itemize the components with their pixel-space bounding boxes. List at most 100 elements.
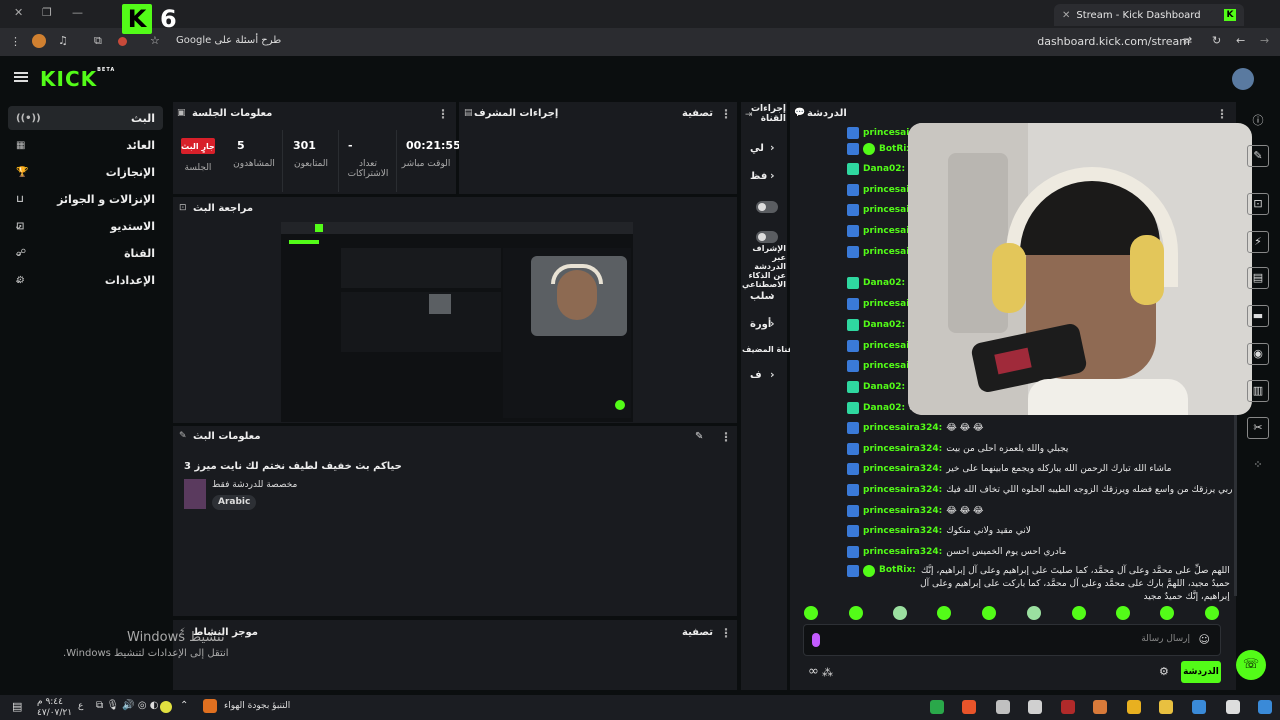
chat-username[interactable]: princesaira324: (863, 423, 942, 433)
start-menu-icon[interactable] (1258, 700, 1272, 714)
sidebar-item-drops[interactable]: الإنزالات و الجوائز ⊔ (8, 187, 163, 211)
edit-icon[interactable]: ✎ (1247, 145, 1269, 167)
sidebar-item-channel[interactable]: القناة ☍ ⌄ (8, 241, 163, 265)
brave-app-icon[interactable] (962, 700, 976, 714)
chat-menu-icon[interactable]: ⋮ (1216, 107, 1228, 121)
channel-action-item[interactable]: فظ (750, 171, 767, 182)
extension-badge-icon[interactable] (118, 37, 127, 46)
chat-username[interactable]: Dana02: (863, 403, 905, 413)
chat-input[interactable]: إرسال رسالة ☺ (803, 624, 1221, 656)
emote-icon[interactable] (1205, 606, 1219, 620)
chat-username[interactable]: princesaira324: (863, 547, 942, 557)
tray-overflow-icon[interactable]: ⌃ (180, 700, 188, 711)
chat-settings-gear-icon[interactable]: ⚙ (1159, 665, 1169, 678)
apps-icon[interactable]: ⁘ (1250, 458, 1266, 474)
taskbar-time[interactable]: ٩:٤٤ م (37, 697, 63, 707)
support-chat-icon[interactable]: ☏ (1236, 650, 1266, 680)
reload-icon[interactable]: ↻ (1212, 34, 1221, 47)
emote-icon[interactable] (1116, 606, 1130, 620)
channel-action-item[interactable]: أورة (750, 319, 771, 330)
weather-widget[interactable]: التنبؤ بجودة الهواء (224, 701, 290, 711)
chat-bubble-icon[interactable]: ▬ (1247, 305, 1269, 327)
channel-toggle[interactable] (756, 201, 778, 213)
media-icon[interactable]: ♫ (58, 34, 68, 47)
forward-icon[interactable]: → (1260, 34, 1269, 47)
url-text[interactable]: dashboard.kick.com/stream (1037, 35, 1190, 48)
bookmark-star-icon[interactable]: ☆ (150, 34, 160, 47)
emote-icon[interactable] (849, 606, 863, 620)
google-search-prompt[interactable]: Google طرح أسئلة على (176, 35, 281, 46)
back-icon[interactable]: ← (1236, 34, 1245, 47)
emote-icon[interactable] (804, 606, 818, 620)
chat-username[interactable]: princesaira324: (863, 444, 942, 454)
chevron-right-icon[interactable]: › (770, 141, 775, 154)
system-tray-icons[interactable]: ⧉ 🎙 🔊 ◎ ◐ (96, 700, 158, 711)
emote-icon[interactable] (982, 606, 996, 620)
chat-send-button[interactable]: الدردشة (1181, 661, 1221, 683)
hamburger-menu-icon[interactable] (14, 72, 28, 82)
document-icon[interactable]: ▤ (1247, 267, 1269, 289)
broadcast-icon[interactable]: ◉ (1247, 343, 1269, 365)
user-avatar[interactable] (1232, 68, 1254, 90)
chat-username[interactable]: BotRix: (879, 565, 916, 575)
activity-menu-icon[interactable]: ⋮ (720, 626, 732, 640)
site-settings-icon[interactable]: ⇄ (1183, 34, 1192, 47)
close-tab-icon[interactable]: ✕ (1062, 10, 1070, 21)
chat-username[interactable]: princesaira324: (863, 526, 942, 536)
chat-username[interactable]: Dana02: (863, 320, 905, 330)
steam-app-icon[interactable] (996, 700, 1010, 714)
profile-icon[interactable] (32, 34, 46, 48)
emote-icon[interactable] (937, 606, 951, 620)
emote-icon[interactable] (1160, 606, 1174, 620)
chat-username[interactable]: Dana02: (863, 164, 905, 174)
edit-pencil-icon[interactable]: ✎ (695, 431, 703, 442)
stream-preview[interactable] (281, 222, 633, 422)
session-menu-icon[interactable]: ⋮ (437, 107, 449, 121)
close-window-icon[interactable]: ✕ (14, 6, 23, 19)
chevron-right-icon[interactable]: › (770, 289, 775, 302)
emote-icon[interactable] (1027, 606, 1041, 620)
channel-action-item[interactable]: ف (750, 370, 762, 381)
menu-dots-icon[interactable]: ⋮ (10, 35, 21, 48)
epic-app-icon[interactable] (1028, 700, 1042, 714)
bolt-icon[interactable]: ⚡ (1247, 231, 1269, 253)
widgets-app-icon[interactable] (1192, 700, 1206, 714)
info-icon[interactable]: ⓘ (1250, 112, 1266, 128)
chat-username[interactable]: princesaira324: (863, 464, 942, 474)
ai-moderation-toggle[interactable] (756, 231, 778, 243)
emotes-icon[interactable]: ⁂ (822, 666, 833, 679)
stream-info-menu-icon[interactable]: ⋮ (720, 430, 732, 444)
infinity-icon[interactable]: ∞ (808, 664, 819, 679)
filter-button[interactable]: تصفية (682, 627, 713, 638)
emote-icon[interactable] (893, 606, 907, 620)
tray-app-icon[interactable] (160, 701, 172, 713)
app-avatar-icon[interactable] (1093, 700, 1107, 714)
explorer-app-icon[interactable] (1159, 700, 1173, 714)
sidebar-item-broadcast[interactable]: البث ((•)) (8, 106, 163, 130)
notification-icon[interactable]: ▤ (12, 700, 22, 713)
browser-tab[interactable]: ✕ Stream - Kick Dashboard K (1054, 4, 1244, 26)
mic-icon[interactable] (812, 633, 820, 647)
kick-logo[interactable]: KICKBETA (40, 67, 115, 91)
store-app-icon[interactable] (1127, 700, 1141, 714)
restore-window-icon[interactable]: ❐ (42, 6, 52, 19)
wrench-icon[interactable]: ✂ (1247, 417, 1269, 439)
emote-icon[interactable] (1072, 606, 1086, 620)
chevron-right-icon[interactable]: › (770, 368, 775, 381)
chat-username[interactable]: Dana02: (863, 382, 905, 392)
layout-icon[interactable]: ▥ (1247, 380, 1269, 402)
sidebar-item-settings[interactable]: الإعدادات ⚙ ⌄ (8, 268, 163, 292)
chevron-right-icon[interactable]: › (770, 169, 775, 182)
chevron-right-icon[interactable]: › (770, 317, 775, 330)
obs-app-icon[interactable] (1061, 700, 1075, 714)
minimize-window-icon[interactable]: — (72, 6, 83, 19)
filter-button[interactable]: تصفية (682, 108, 713, 119)
sidebar-item-revenue[interactable]: العائد ▦ (8, 133, 163, 157)
creeper-app-icon[interactable] (930, 700, 944, 714)
chat-username[interactable]: Dana02: (863, 278, 905, 288)
search-icon[interactable] (1226, 700, 1240, 714)
language-indicator[interactable]: ع (78, 701, 83, 711)
sidebar-item-studio[interactable]: الاستديو ⊡ ⌄ (8, 214, 163, 238)
channel-action-item[interactable]: لي (750, 143, 764, 154)
focus-icon[interactable]: ⊡ (1247, 193, 1269, 215)
